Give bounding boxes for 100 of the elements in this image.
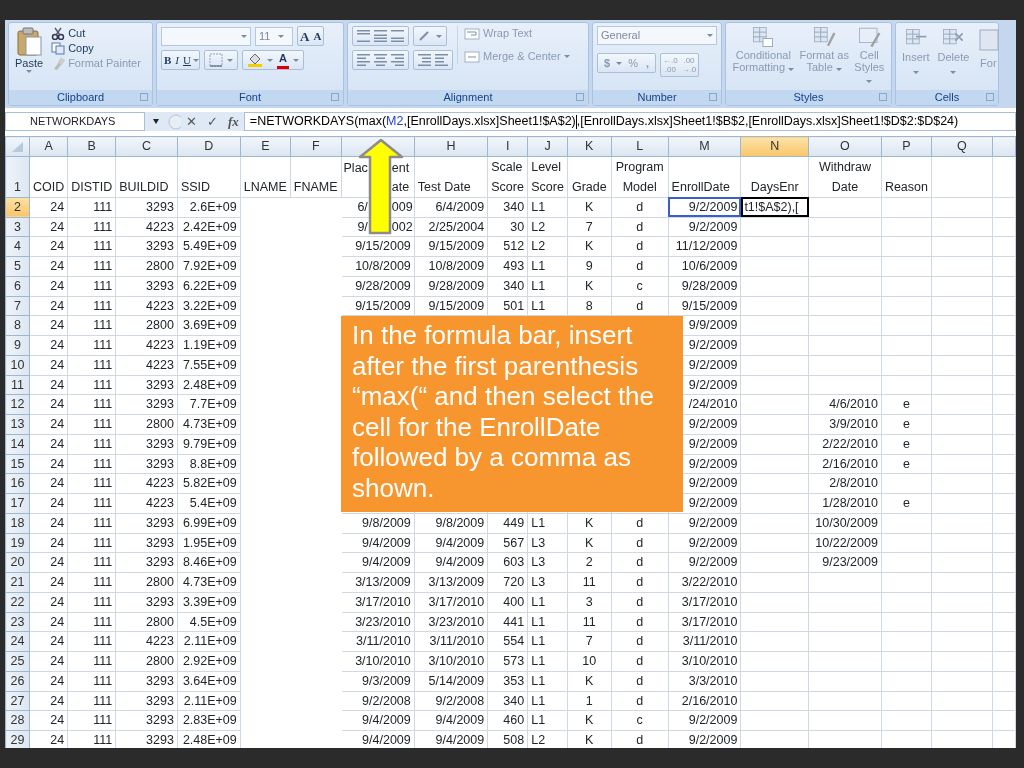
table-cell: 24: [29, 217, 68, 237]
row-header[interactable]: 1: [5, 156, 30, 198]
italic-button[interactable]: I: [173, 52, 181, 68]
table-cell: 8.46E+09: [177, 552, 241, 573]
group-label: Styles: [793, 90, 824, 105]
table-cell: 24: [29, 612, 68, 632]
table-cell: 24: [29, 414, 68, 435]
row-header[interactable]: 6: [5, 276, 30, 296]
row-header[interactable]: 5: [5, 256, 30, 277]
row-header[interactable]: 23: [5, 612, 30, 632]
table-cell: 4223: [115, 335, 178, 356]
font-color-button[interactable]: A: [276, 51, 289, 69]
table-cell: 501: [487, 296, 528, 316]
table-cell: 4223: [115, 217, 178, 237]
column-header[interactable]: P: [881, 136, 932, 157]
scissors-icon: [51, 27, 66, 40]
row-header[interactable]: 13: [5, 414, 30, 435]
column-title: LNAME: [240, 156, 291, 198]
row-header[interactable]: 9: [5, 335, 30, 356]
column-header[interactable]: K: [567, 136, 612, 157]
select-all-corner[interactable]: [5, 136, 30, 157]
table-cell: 10/8/2009: [341, 256, 415, 277]
row-header[interactable]: 25: [5, 651, 30, 672]
row-header[interactable]: 16: [5, 473, 30, 494]
row-header[interactable]: 15: [5, 454, 30, 474]
table-cell: L1: [527, 197, 568, 217]
column-header[interactable]: L: [611, 136, 669, 157]
column-header[interactable]: E: [240, 136, 291, 157]
row-header[interactable]: 17: [5, 493, 30, 514]
column-header[interactable]: Q: [931, 136, 993, 157]
grow-font-button[interactable]: A: [298, 28, 312, 44]
column-header[interactable]: M: [668, 136, 741, 157]
table-cell: 9: [567, 256, 612, 277]
underline-button[interactable]: U: [181, 52, 193, 68]
table-cell: 24: [29, 296, 68, 316]
dialog-launcher-icon[interactable]: [331, 93, 339, 101]
column-header[interactable]: F: [290, 136, 342, 157]
row-header[interactable]: 20: [5, 552, 30, 573]
font-field[interactable]: [161, 26, 251, 46]
column-header[interactable]: C: [115, 136, 178, 157]
shrink-font-button[interactable]: A: [311, 28, 324, 44]
table-cell: 10/22/2009: [808, 533, 882, 553]
row-header[interactable]: 21: [5, 572, 30, 593]
row-header[interactable]: 19: [5, 533, 30, 553]
row-header[interactable]: 12: [5, 394, 30, 415]
table-cell: K: [567, 533, 612, 553]
table-cell: 111: [67, 671, 116, 691]
column-header[interactable]: A: [29, 136, 68, 157]
column-header[interactable]: J: [527, 136, 568, 157]
table-cell: d: [611, 513, 669, 533]
table-cell: L1: [527, 276, 568, 296]
column-title: COID: [29, 156, 68, 198]
column-header[interactable]: B: [67, 136, 116, 157]
cancel-button[interactable]: ✕: [181, 112, 202, 131]
dialog-launcher-icon[interactable]: [140, 93, 148, 101]
align-bottom-icon: [391, 30, 404, 42]
copy-button[interactable]: Copy: [49, 41, 143, 56]
bold-button[interactable]: B: [162, 52, 174, 68]
table-cell: 3.69E+09: [177, 315, 241, 336]
table-cell: 24: [29, 355, 68, 375]
table-cell: 720: [487, 572, 528, 593]
caret-icon: [788, 68, 795, 71]
cut-button[interactable]: Cut: [49, 26, 143, 41]
row-header[interactable]: 14: [5, 434, 30, 454]
table-cell: 111: [67, 394, 116, 415]
column-title: Grade: [567, 156, 612, 198]
insert-function-button[interactable]: fx: [223, 112, 244, 131]
row-header[interactable]: 4: [5, 236, 30, 257]
column-header[interactable]: O: [808, 136, 882, 157]
row-header[interactable]: 24: [5, 631, 30, 652]
table-cell: 10/30/2009: [808, 513, 882, 533]
name-box[interactable]: NETWORKDAYS: [5, 112, 145, 131]
row-header[interactable]: 10: [5, 355, 30, 375]
table-cell: 9/28/2009: [668, 276, 741, 296]
row-header[interactable]: 28: [5, 710, 30, 731]
formula-field[interactable]: =NETWORKDAYS(max(M2,[EnrollDays.xlsx]Sheet1!$A$2),[EnrollDays.xlsx]Sheet1!$B$2,[EnrollDays.xlsx]Sheet1!$D$2:$D$24): [243, 112, 1016, 131]
enter-button[interactable]: ✓: [202, 112, 223, 131]
table-cell: 9/2/2008: [414, 691, 488, 711]
column-header[interactable]: H: [414, 136, 488, 157]
table-cell: 340: [487, 197, 528, 217]
row-header[interactable]: 2: [5, 197, 30, 217]
table-cell: 2800: [115, 256, 178, 277]
group-label: Alignment: [443, 90, 493, 105]
row-header[interactable]: 7: [5, 296, 30, 316]
row-header[interactable]: 8: [5, 315, 30, 336]
column-header[interactable]: I: [487, 136, 528, 157]
column-header[interactable]: N: [740, 136, 809, 157]
row-header[interactable]: 27: [5, 691, 30, 711]
row-header[interactable]: 3: [5, 217, 30, 237]
column-header[interactable]: D: [177, 136, 241, 157]
row-header[interactable]: 22: [5, 592, 30, 612]
row-header[interactable]: 11: [5, 375, 30, 395]
table-cell: 1/28/2010: [808, 493, 882, 514]
active-cell[interactable]: t1!$A$2),[: [740, 197, 809, 217]
row-header[interactable]: 26: [5, 671, 30, 691]
row-header[interactable]: 18: [5, 513, 30, 533]
paste-button[interactable]: Paste: [13, 26, 46, 74]
group-label: Font: [239, 90, 261, 105]
table-cell: 30: [487, 217, 528, 237]
table-cell: 9/4/2009: [341, 552, 415, 573]
